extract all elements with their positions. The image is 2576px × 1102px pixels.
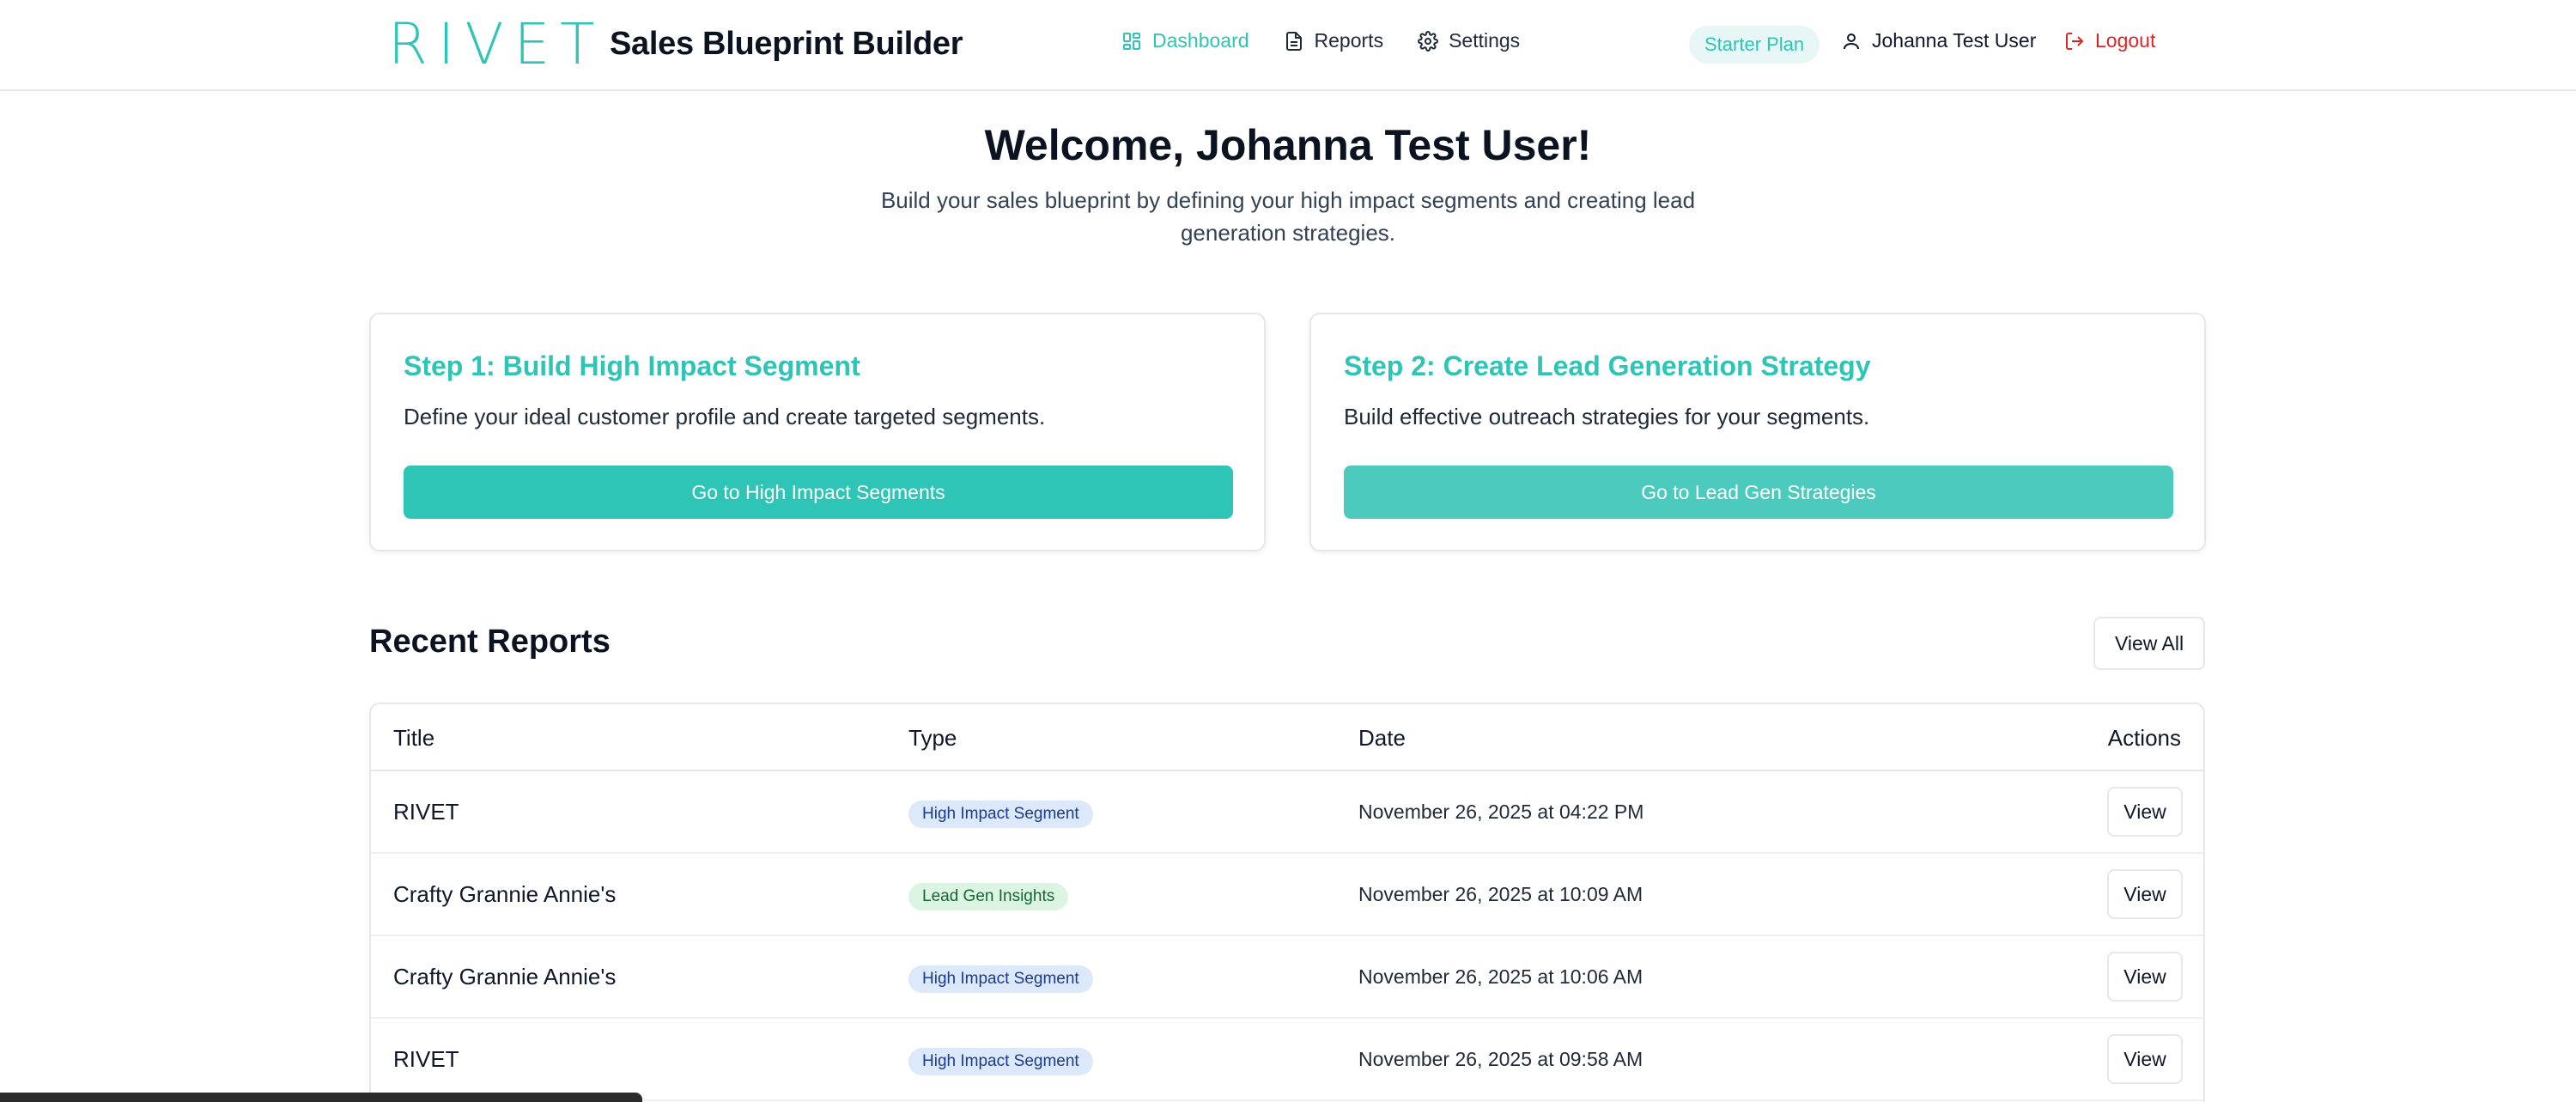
table-row: RIVET High Impact Segment November 26, 2… — [371, 771, 2203, 854]
welcome-title: Welcome, Johanna Test User! — [984, 121, 1592, 169]
table-row: RIVET High Impact Segment November 26, 2… — [371, 1019, 2203, 1101]
step-1-title: Step 1: Build High Impact Segment — [404, 350, 860, 381]
go-to-high-impact-segments-button[interactable]: Go to High Impact Segments — [404, 466, 1233, 519]
recent-reports-table: Title Type Date Actions RIVET High Impac… — [369, 703, 2205, 1102]
step-1-description: Define your ideal customer profile and c… — [404, 404, 1046, 429]
nav-item-settings[interactable]: Settings — [1418, 29, 1520, 52]
report-date: November 26, 2025 at 04:22 PM — [1358, 801, 1644, 823]
user-icon — [1844, 33, 1859, 49]
browser-status-bar — [0, 1093, 642, 1102]
view-report-button[interactable]: View — [2107, 869, 2183, 919]
report-title: RIVET — [393, 799, 459, 825]
welcome-subtitle: Build your sales blueprint by defining y… — [880, 187, 1696, 246]
recent-reports-title: Recent Reports — [369, 624, 611, 660]
view-report-button[interactable]: View — [2107, 1034, 2183, 1084]
report-type-badge: Lead Gen Insights — [908, 883, 1069, 910]
rivet-logo[interactable]: RIVET — [388, 11, 605, 77]
logout-label: Logout — [2095, 29, 2156, 52]
nav-label-settings: Settings — [1449, 29, 1521, 52]
dashboard-grid-icon — [1123, 32, 1140, 50]
logout-icon — [2066, 32, 2084, 50]
step-2-card: Step 2: Create Lead Generation Strategy … — [1309, 313, 2206, 551]
view-report-button[interactable]: View — [2107, 787, 2183, 837]
logout-button[interactable]: Logout — [2064, 29, 2155, 52]
column-header-title: Title — [393, 725, 435, 751]
report-type-badge: High Impact Segment — [908, 801, 1093, 828]
logo-text: RIVET — [388, 11, 605, 77]
report-type-badge: High Impact Segment — [908, 1048, 1093, 1075]
step-2-description: Build effective outreach strategies for … — [1344, 404, 1870, 429]
plan-badge: Starter Plan — [1689, 26, 1820, 64]
go-to-lead-gen-strategies-button[interactable]: Go to Lead Gen Strategies — [1344, 466, 2173, 519]
user-menu[interactable]: Johanna Test User — [1841, 29, 2036, 52]
view-all-button[interactable]: View All — [2093, 617, 2205, 670]
column-header-type: Type — [908, 725, 957, 751]
nav-label-reports: Reports — [1314, 29, 1384, 52]
report-title: Crafty Grannie Annie's — [393, 964, 617, 989]
app-title: Sales Blueprint Builder — [610, 26, 963, 62]
report-title: RIVET — [393, 1046, 459, 1072]
document-icon — [1285, 31, 1302, 51]
report-type-badge: High Impact Segment — [908, 965, 1093, 993]
report-date: November 26, 2025 at 10:06 AM — [1358, 965, 1643, 988]
column-header-date: Date — [1358, 725, 1406, 751]
gear-icon — [1418, 30, 1439, 52]
nav-label-dashboard: Dashboard — [1152, 29, 1249, 52]
table-row: Crafty Grannie Annie's High Impact Segme… — [371, 936, 2203, 1019]
table-header: Title Type Date Actions — [371, 704, 2203, 771]
column-header-actions: Actions — [2107, 725, 2181, 751]
nav-item-dashboard[interactable]: Dashboard — [1121, 29, 1249, 52]
nav-item-reports[interactable]: Reports — [1284, 29, 1384, 52]
step-2-title: Step 2: Create Lead Generation Strategy — [1344, 350, 1871, 381]
report-title: Crafty Grannie Annie's — [393, 881, 617, 907]
top-header: RIVET Sales Blueprint Builder Dashboard … — [0, 0, 2576, 91]
table-row: Crafty Grannie Annie's Lead Gen Insights… — [371, 854, 2203, 936]
step-1-card: Step 1: Build High Impact Segment Define… — [369, 313, 1266, 551]
report-date: November 26, 2025 at 10:09 AM — [1358, 883, 1643, 905]
report-date: November 26, 2025 at 09:58 AM — [1358, 1048, 1643, 1070]
view-report-button[interactable]: View — [2107, 952, 2183, 1002]
user-name: Johanna Test User — [1872, 29, 2037, 52]
main-nav: Dashboard Reports Settings — [1121, 29, 1554, 52]
